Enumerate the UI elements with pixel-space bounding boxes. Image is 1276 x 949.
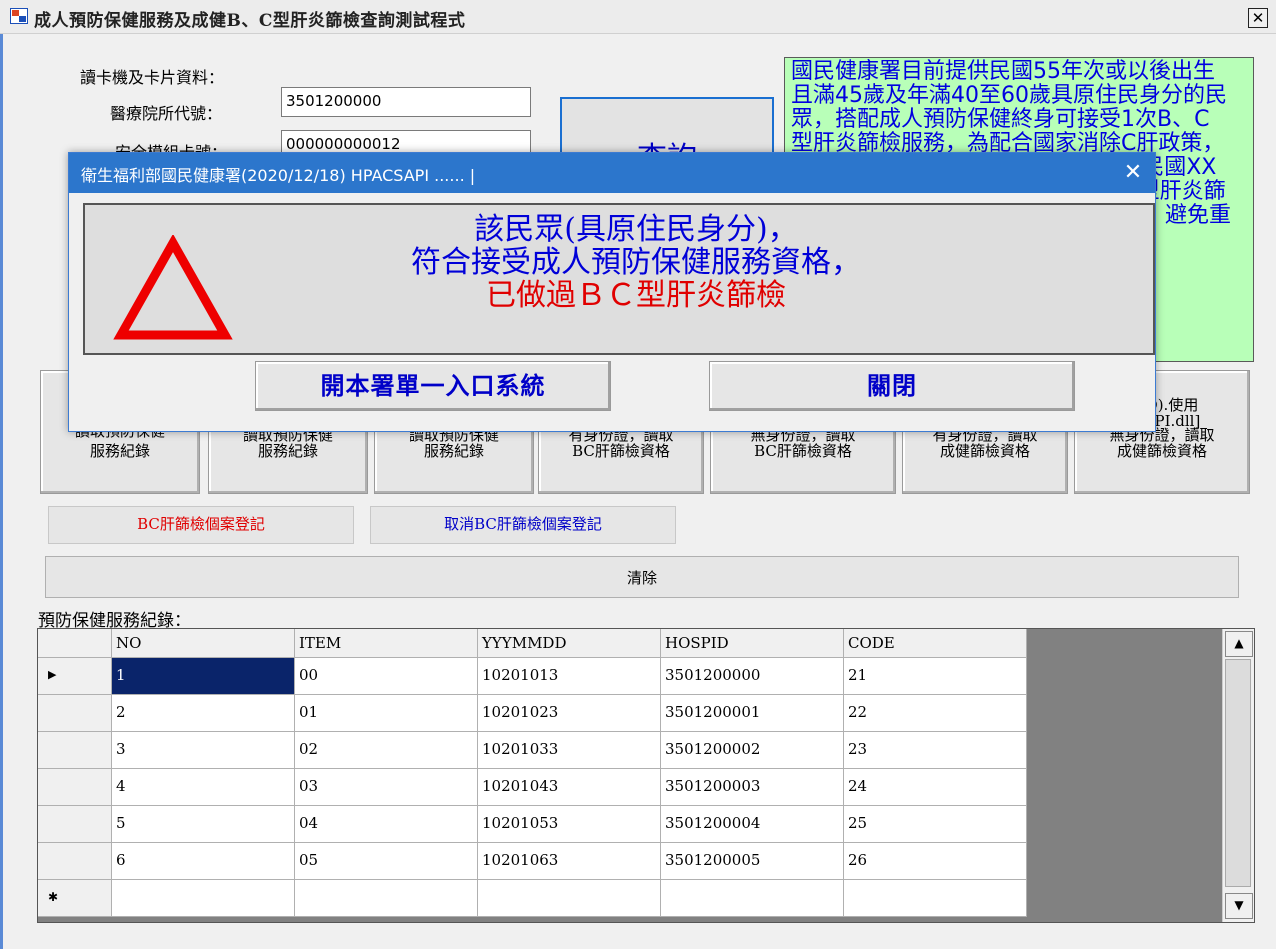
dialog-message-line-3: 已做過ＢＣ型肝炎篩檢 — [486, 278, 786, 313]
bc-cancel-register-button[interactable]: 取消BC肝篩檢個案登記 — [370, 506, 676, 544]
dialog-close-icon[interactable]: ✕ — [1119, 159, 1147, 187]
row-header[interactable] — [38, 806, 112, 843]
dialog-message-line-1: 該民眾(具原住民身分)， — [474, 212, 798, 247]
table-cell[interactable]: 03 — [295, 769, 478, 806]
row-header[interactable] — [38, 695, 112, 732]
table-cell[interactable]: 23 — [844, 732, 1027, 769]
column-header-code[interactable]: CODE — [844, 629, 1027, 658]
table-cell[interactable]: 10201043 — [478, 769, 661, 806]
column-header-item[interactable]: ITEM — [295, 629, 478, 658]
table-cell[interactable]: 10201033 — [478, 732, 661, 769]
dialog-title-bar: 衛生福利部國民健康署(2020/12/18) HPACSAPI ...... |… — [69, 153, 1155, 193]
dialog-close-button[interactable]: 關閉 — [709, 361, 1075, 411]
table-cell[interactable]: 3501200003 — [661, 769, 844, 806]
row-header[interactable] — [38, 769, 112, 806]
button-label: 服務紀錄 — [89, 442, 150, 460]
scroll-thumb[interactable] — [1225, 659, 1251, 887]
records-grid[interactable]: NO ITEM YYYMMDD HOSPID CODE ▶ 1 00 10201… — [37, 628, 1255, 923]
row-header-new[interactable]: ✱ — [38, 880, 112, 917]
table-cell[interactable]: 26 — [844, 843, 1027, 880]
table-cell-new[interactable] — [661, 880, 844, 917]
result-dialog: 衛生福利部國民健康署(2020/12/18) HPACSAPI ...... |… — [68, 152, 1156, 432]
reader-section-label: 讀卡機及卡片資料： — [80, 68, 225, 87]
table-cell[interactable]: 5 — [112, 806, 295, 843]
column-header-date[interactable]: YYYMMDD — [478, 629, 661, 658]
hosp-code-label: 醫療院所代號： — [110, 104, 223, 123]
table-cell[interactable]: 01 — [295, 695, 478, 732]
table-cell[interactable]: 4 — [112, 769, 295, 806]
button-label: 成健篩檢資格 — [1116, 442, 1207, 460]
row-header[interactable] — [38, 843, 112, 880]
row-header-current[interactable]: ▶ — [38, 658, 112, 695]
column-header-no[interactable]: NO — [112, 629, 295, 658]
table-cell-new[interactable] — [844, 880, 1027, 917]
button-label: 成健篩檢資格 — [939, 442, 1030, 460]
column-header-hospid[interactable]: HOSPID — [661, 629, 844, 658]
table-cell[interactable]: 3501200000 — [661, 658, 844, 695]
table-cell[interactable]: 3 — [112, 732, 295, 769]
scroll-down-arrow-icon[interactable]: ▼ — [1225, 893, 1253, 919]
title-bar: 成人預防保健服務及成健B、C型肝炎篩檢查詢測試程式 ✕ — [0, 0, 1276, 34]
table-cell[interactable]: 3501200005 — [661, 843, 844, 880]
table-cell[interactable]: 00 — [295, 658, 478, 695]
bc-register-button[interactable]: BC肝篩檢個案登記 — [48, 506, 354, 544]
table-cell[interactable]: 05 — [295, 843, 478, 880]
table-cell[interactable]: 2 — [112, 695, 295, 732]
button-label: 服務紀錄 — [423, 442, 484, 460]
grid-corner-header — [38, 629, 112, 658]
table-cell[interactable]: 3501200002 — [661, 732, 844, 769]
table-cell[interactable]: 24 — [844, 769, 1027, 806]
table-cell[interactable]: 25 — [844, 806, 1027, 843]
button-label: BC肝篩檢資格 — [572, 442, 670, 460]
dialog-message-line-2: 符合接受成人預防保健服務資格， — [411, 245, 861, 280]
table-cell-new[interactable] — [478, 880, 661, 917]
grid-vertical-scrollbar[interactable]: ▲ ▼ — [1222, 629, 1254, 922]
row-header[interactable] — [38, 732, 112, 769]
table-cell[interactable]: 10201063 — [478, 843, 661, 880]
window-close-button[interactable]: ✕ — [1248, 8, 1268, 28]
table-cell[interactable]: 10201013 — [478, 658, 661, 695]
window-title: 成人預防保健服務及成健B、C型肝炎篩檢查詢測試程式 — [34, 11, 466, 31]
table-cell[interactable]: 22 — [844, 695, 1027, 732]
app-icon — [10, 8, 28, 24]
table-cell[interactable]: 10201023 — [478, 695, 661, 732]
hosp-code-input[interactable]: 3501200000 — [281, 87, 531, 117]
button-label: 服務紀錄 — [257, 442, 318, 460]
dialog-title: 衛生福利部國民健康署(2020/12/18) HPACSAPI ...... | — [81, 166, 476, 185]
button-label: BC肝篩檢資格 — [754, 442, 852, 460]
table-cell[interactable]: 21 — [844, 658, 1027, 695]
table-cell[interactable]: 1 — [112, 658, 295, 695]
open-portal-button[interactable]: 開本署單一入口系統 — [255, 361, 611, 411]
table-cell[interactable]: 3501200001 — [661, 695, 844, 732]
clear-button[interactable]: 清除 — [45, 556, 1239, 598]
table-cell[interactable]: 6 — [112, 843, 295, 880]
table-cell-new[interactable] — [112, 880, 295, 917]
table-cell[interactable]: 04 — [295, 806, 478, 843]
table-cell[interactable]: 10201053 — [478, 806, 661, 843]
dialog-message-box: 該民眾(具原住民身分)， 符合接受成人預防保健服務資格， 已做過ＢＣ型肝炎篩檢 — [83, 203, 1155, 355]
table-cell-new[interactable] — [295, 880, 478, 917]
table-cell[interactable]: 3501200004 — [661, 806, 844, 843]
scroll-up-arrow-icon[interactable]: ▲ — [1225, 631, 1253, 657]
table-cell[interactable]: 02 — [295, 732, 478, 769]
